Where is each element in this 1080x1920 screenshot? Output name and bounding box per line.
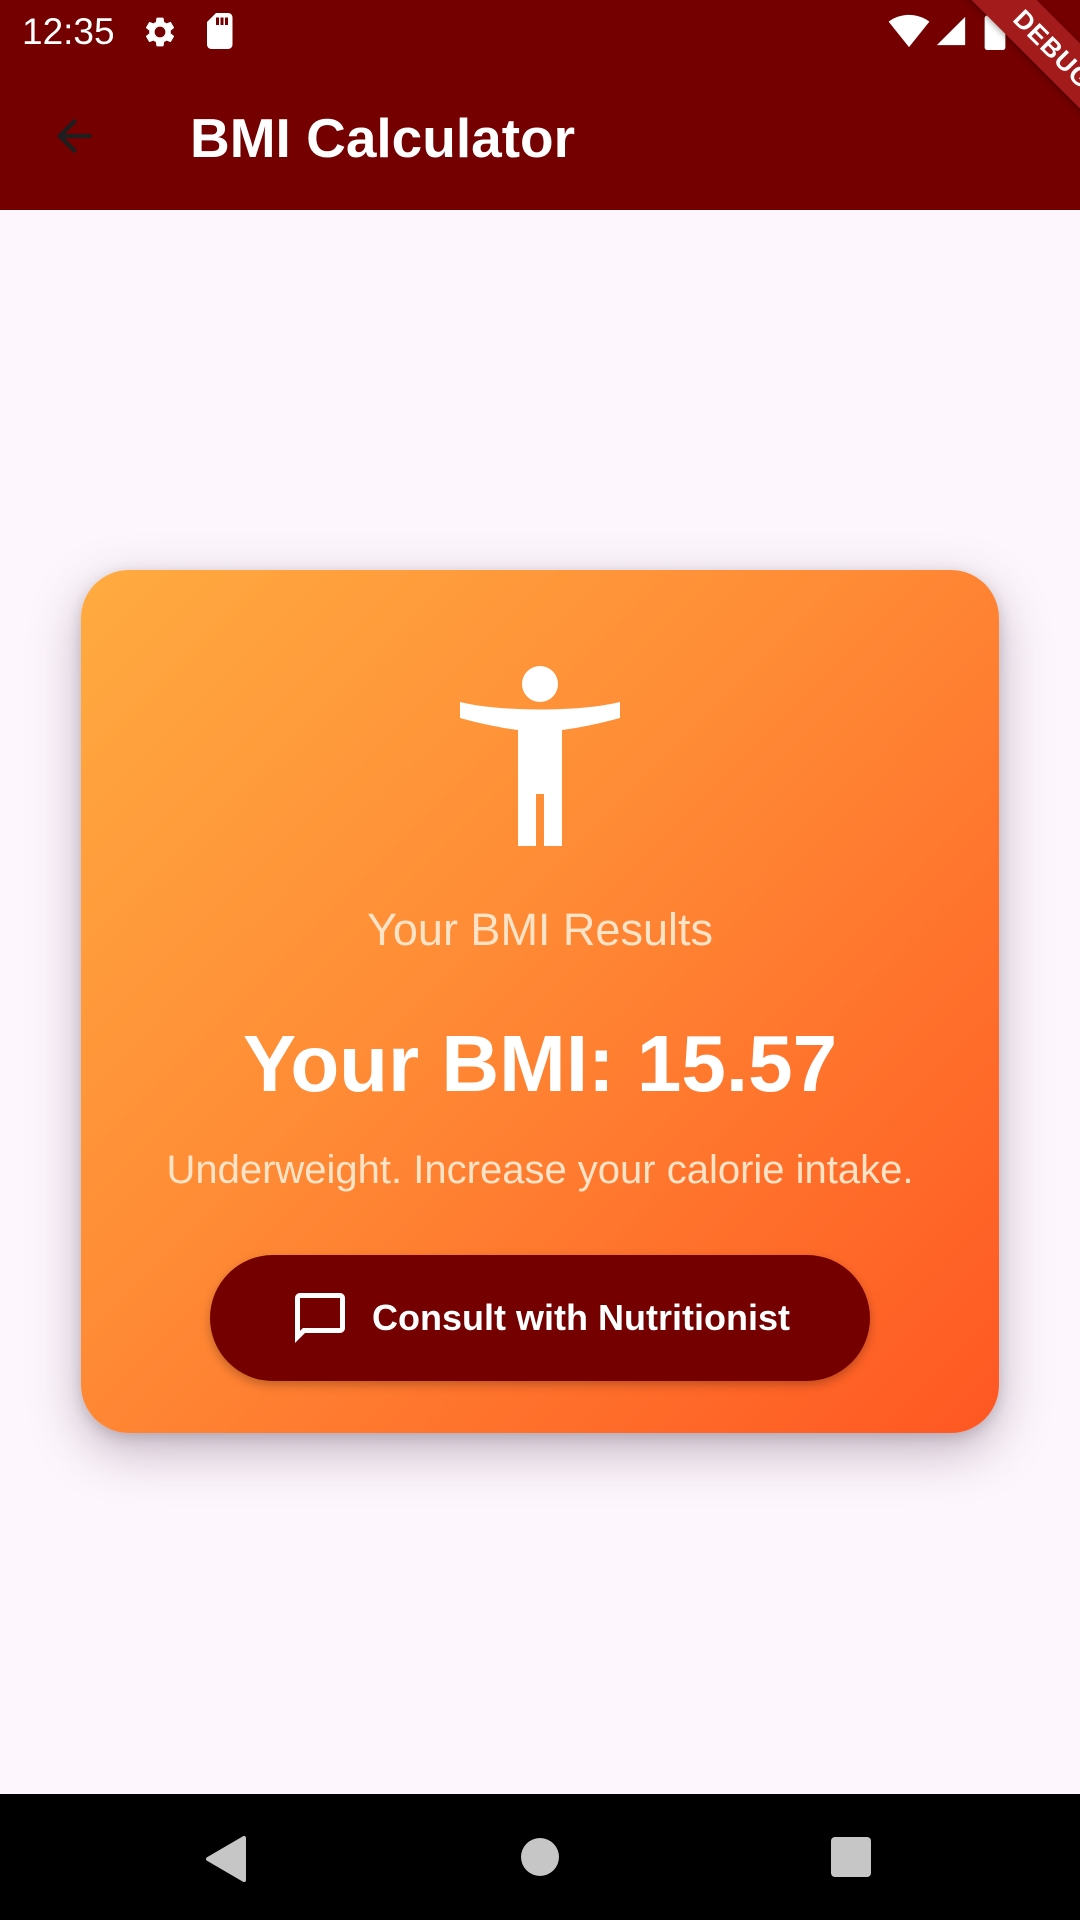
nav-back-icon[interactable]: [192, 1824, 258, 1890]
app-bar: BMI Calculator: [0, 64, 1080, 210]
bmi-advice: Underweight. Increase your calorie intak…: [166, 1148, 914, 1192]
results-subtitle: Your BMI Results: [367, 904, 713, 955]
settings-icon: [145, 17, 175, 47]
result-card: Your BMI Results Your BMI: 15.57 Underwe…: [81, 570, 999, 1433]
bmi-value: Your BMI: 15.57: [242, 1019, 838, 1108]
status-time: 12:35: [22, 11, 115, 52]
wifi-icon: [888, 14, 930, 48]
chat-bubble-icon: [295, 1293, 346, 1343]
signal-icon: [936, 16, 966, 46]
navigation-bar: [0, 1794, 1080, 1920]
sd-card-icon: [207, 13, 233, 49]
status-bar: 12:35: [0, 0, 1080, 64]
consult-nutritionist-button[interactable]: Consult with Nutritionist: [210, 1255, 870, 1381]
page-title: BMI Calculator: [190, 107, 576, 169]
screen: 12:35 BMI Calculator DEBUG Your BMI Resu…: [0, 0, 1080, 1920]
consult-button-label: Consult with Nutritionist: [372, 1297, 790, 1338]
back-button[interactable]: [38, 100, 110, 172]
accessibility-person-icon: [460, 666, 620, 846]
nav-home-icon[interactable]: [507, 1824, 573, 1890]
nav-recents-icon[interactable]: [818, 1824, 884, 1890]
arrow-back-icon: [56, 118, 92, 154]
